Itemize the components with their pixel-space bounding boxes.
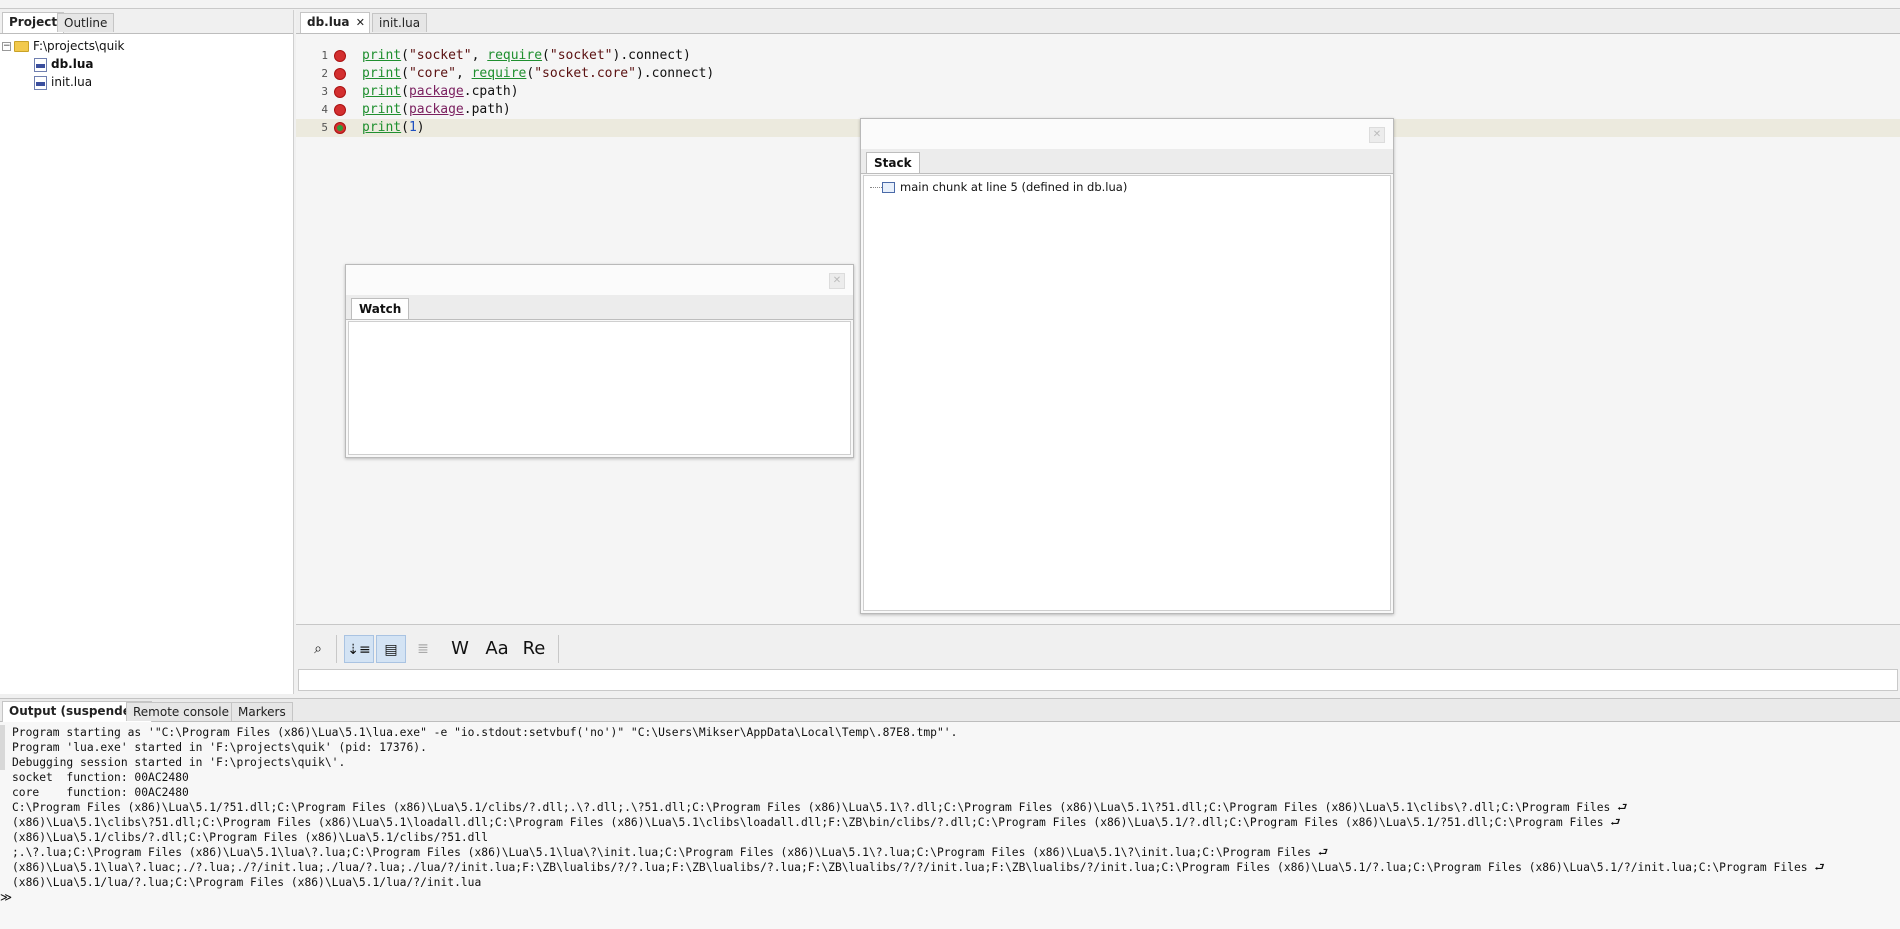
output-gutter-mark bbox=[0, 725, 5, 740]
code-text: print("core", require("socket.core").con… bbox=[362, 66, 715, 81]
tab-label: db.lua bbox=[307, 15, 350, 29]
code-text: print("socket", require("socket").connec… bbox=[362, 48, 691, 63]
watch-titlebar[interactable] bbox=[346, 265, 853, 296]
lua-file-icon bbox=[34, 75, 47, 90]
code-text: print(1) bbox=[362, 120, 425, 135]
stack-item[interactable]: main chunk at line 5 (defined in db.lua) bbox=[870, 179, 1127, 195]
output-line: Program 'lua.exe' started in 'F:\project… bbox=[12, 741, 427, 754]
lua-file-icon bbox=[34, 57, 47, 72]
output-line: (x86)\Lua\5.1/lua/?.lua;C:\Program Files… bbox=[12, 876, 482, 889]
wrap-around-icon[interactable]: ▤ bbox=[376, 635, 406, 663]
line-number: 2 bbox=[321, 67, 328, 80]
find-icon[interactable]: ⌕ bbox=[306, 635, 330, 663]
console-prompt[interactable]: ≫ bbox=[0, 890, 12, 905]
line-number: 3 bbox=[321, 85, 328, 98]
code-text: print(package.path) bbox=[362, 102, 511, 117]
tree-line bbox=[870, 187, 882, 188]
breakpoint-current-icon[interactable] bbox=[334, 122, 346, 134]
stack-window[interactable]: ✕ Stack main chunk at line 5 (defined in… bbox=[860, 118, 1394, 614]
stack-list[interactable]: main chunk at line 5 (defined in db.lua) bbox=[863, 175, 1391, 611]
output-tabs: Output (suspended) Remote console Marker… bbox=[0, 699, 1900, 722]
line-number: 4 bbox=[321, 103, 328, 116]
watch-window[interactable]: ✕ Watch bbox=[345, 264, 854, 458]
output-line: socket function: 00AC2480 bbox=[12, 771, 189, 784]
output-gutter-mark bbox=[0, 755, 5, 770]
breakpoint-icon[interactable] bbox=[334, 86, 346, 98]
editor-tabs: db.lua ✕ init.lua bbox=[296, 10, 1900, 34]
close-icon[interactable]: ✕ bbox=[1369, 127, 1385, 143]
code-line[interactable]: 4 print(package.path) bbox=[296, 101, 1900, 119]
code-line[interactable]: 1 print("socket", require("socket").conn… bbox=[296, 47, 1900, 65]
output-line: ;.\?.lua;C:\Program Files (x86)\Lua\5.1\… bbox=[12, 846, 1329, 859]
output-line: Program starting as '"C:\Program Files (… bbox=[12, 726, 958, 739]
stack-titlebar[interactable] bbox=[861, 119, 1393, 150]
watch-list[interactable] bbox=[348, 321, 851, 455]
toolbar-divider bbox=[336, 635, 337, 663]
tab-project[interactable]: Project bbox=[2, 12, 65, 33]
find-input[interactable] bbox=[298, 669, 1898, 691]
output-gutter-mark bbox=[0, 740, 5, 755]
code-line[interactable]: 2 print("core", require("socket.core").c… bbox=[296, 65, 1900, 83]
breakpoint-icon[interactable] bbox=[334, 68, 346, 80]
top-toolbar-strip bbox=[0, 0, 1900, 9]
project-panel-tabs: Project Outline bbox=[0, 10, 293, 34]
toolbar-divider bbox=[558, 635, 559, 663]
replace-icon[interactable]: ≣ bbox=[410, 635, 436, 663]
line-number: 5 bbox=[321, 121, 328, 134]
tree-file-db[interactable]: db.lua bbox=[34, 56, 94, 73]
tab-markers[interactable]: Markers bbox=[231, 702, 293, 721]
tab-stack[interactable]: Stack bbox=[866, 152, 920, 173]
tree-file-label: init.lua bbox=[51, 75, 93, 89]
tab-watch[interactable]: Watch bbox=[351, 298, 410, 319]
line-number: 1 bbox=[321, 49, 328, 62]
output-line: Debugging session started in 'F:\project… bbox=[12, 756, 346, 769]
tab-db-lua[interactable]: db.lua ✕ bbox=[300, 12, 370, 33]
tree-file-init[interactable]: init.lua bbox=[34, 74, 92, 91]
folder-icon bbox=[14, 41, 29, 52]
whole-word-button[interactable]: W bbox=[446, 635, 474, 663]
close-tab-icon[interactable]: ✕ bbox=[356, 13, 365, 32]
stack-tabs: Stack bbox=[861, 149, 1393, 174]
watch-tabs: Watch bbox=[346, 295, 853, 320]
close-icon[interactable]: ✕ bbox=[829, 273, 845, 289]
regex-button[interactable]: Re bbox=[518, 635, 550, 663]
output-line: (x86)\Lua\5.1/clibs/?.dll;C:\Program Fil… bbox=[12, 831, 489, 844]
breakpoint-icon[interactable] bbox=[334, 50, 346, 62]
find-in-selection-icon[interactable]: ⇣≡ bbox=[344, 635, 374, 663]
tab-remote-console[interactable]: Remote console bbox=[126, 702, 236, 721]
tab-outline[interactable]: Outline bbox=[57, 13, 115, 32]
tree-file-label: db.lua bbox=[51, 57, 94, 71]
tree-root-row[interactable]: − F:\projects\quik bbox=[2, 38, 125, 55]
code-text: print(package.cpath) bbox=[362, 84, 519, 99]
tree-root-label: F:\projects\quik bbox=[33, 39, 125, 53]
tab-init-lua[interactable]: init.lua bbox=[372, 13, 428, 32]
output-panel: Output (suspended) Remote console Marker… bbox=[0, 698, 1900, 929]
code-line[interactable]: 3 print(package.cpath) bbox=[296, 83, 1900, 101]
output-line: (x86)\Lua\5.1\clibs\?51.dll;C:\Program F… bbox=[12, 816, 1621, 829]
stack-item-label: main chunk at line 5 (defined in db.lua) bbox=[900, 180, 1128, 194]
breakpoint-icon[interactable] bbox=[334, 104, 346, 116]
find-toolbar: ⌕ ⇣≡ ▤ ≣ W Aa Re bbox=[296, 624, 1900, 695]
project-panel: Project Outline − F:\projects\quik db.lua… bbox=[0, 10, 294, 694]
output-line: core function: 00AC2480 bbox=[12, 786, 189, 799]
function-icon bbox=[882, 182, 895, 193]
output-line: C:\Program Files (x86)\Lua\5.1/?51.dll;C… bbox=[12, 801, 1628, 814]
collapse-icon[interactable]: − bbox=[2, 42, 11, 51]
match-case-button[interactable]: Aa bbox=[480, 635, 514, 663]
output-line: (x86)\Lua\5.1\lua\?.luac;./?.lua;./?/ini… bbox=[12, 861, 1825, 874]
